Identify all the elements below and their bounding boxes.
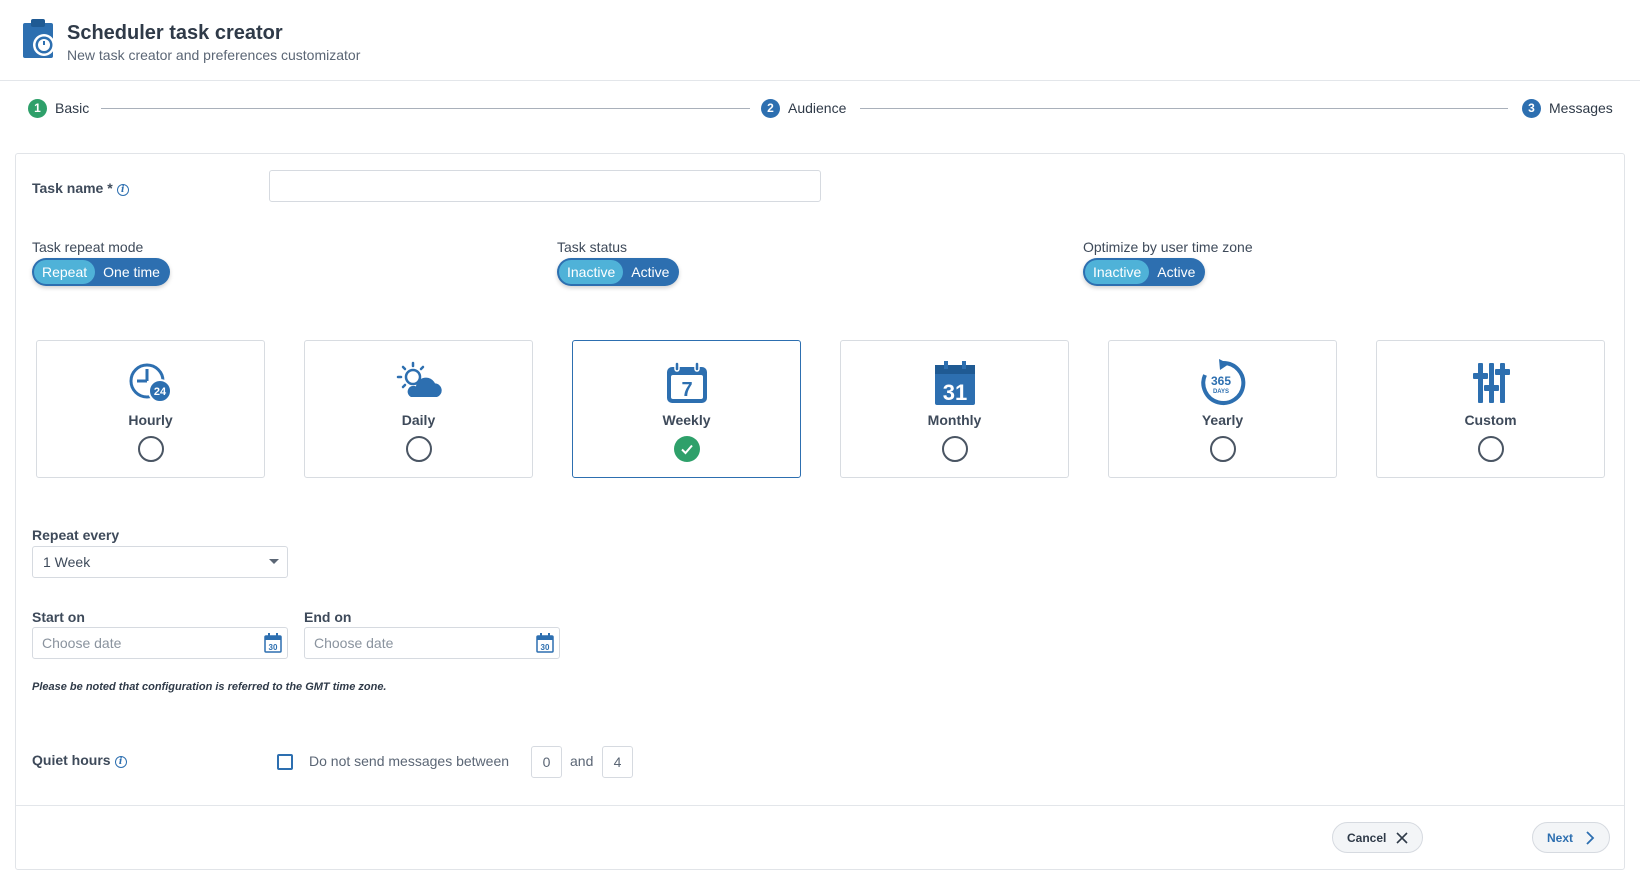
cancel-button-label: Cancel bbox=[1347, 830, 1387, 845]
page-header: Scheduler task creator New task creator … bbox=[0, 0, 1640, 81]
svg-text:365: 365 bbox=[1211, 374, 1231, 388]
next-button[interactable]: Next bbox=[1532, 822, 1611, 853]
tile-label: Yearly bbox=[1201, 412, 1244, 428]
sliders-icon bbox=[1473, 363, 1510, 403]
tile-radio[interactable] bbox=[1478, 436, 1504, 462]
sun-cloud-icon bbox=[396, 361, 442, 397]
tile-label: Hourly bbox=[128, 412, 173, 428]
step-number: 2 bbox=[761, 98, 780, 118]
chevron-right-icon bbox=[1586, 830, 1595, 845]
repeat-every-select[interactable]: 1 Week bbox=[32, 546, 288, 578]
toggle-option-inactive[interactable]: Inactive bbox=[559, 260, 624, 284]
calendar-31-icon: 31 bbox=[935, 361, 975, 405]
toggle-option-active[interactable]: Active bbox=[623, 260, 677, 284]
tile-label: Weekly bbox=[662, 412, 711, 428]
step-label: Basic bbox=[55, 100, 90, 116]
quiet-hours-label: Quiet hours i bbox=[32, 752, 127, 768]
quiet-hours-text: Do not send messages between bbox=[309, 753, 510, 769]
info-icon[interactable]: i bbox=[114, 756, 127, 768]
optimize-tz-label: Optimize by user time zone bbox=[1083, 239, 1253, 255]
tile-label: Daily bbox=[401, 412, 436, 428]
page-title: Scheduler task creator bbox=[67, 22, 283, 44]
tile-radio-checked[interactable] bbox=[674, 436, 700, 462]
quiet-hours-and-text: and bbox=[570, 753, 594, 769]
svg-text:31: 31 bbox=[943, 380, 967, 405]
repeat-mode-label: Task repeat mode bbox=[32, 239, 144, 255]
caret-down-icon bbox=[269, 559, 279, 564]
toggle-option-active[interactable]: Active bbox=[1149, 260, 1203, 284]
step-messages[interactable]: 3 Messages bbox=[1522, 96, 1613, 120]
step-label: Audience bbox=[788, 100, 847, 116]
365-days-icon: 365 DAYS bbox=[1201, 359, 1246, 405]
task-name-label-text: Task name * bbox=[32, 180, 113, 196]
toggle-option-repeat[interactable]: Repeat bbox=[34, 260, 96, 284]
svg-text:24: 24 bbox=[154, 386, 167, 398]
optimize-tz-toggle[interactable]: Inactive Active bbox=[1083, 258, 1206, 286]
close-icon bbox=[1396, 831, 1408, 844]
svg-text:30: 30 bbox=[269, 643, 278, 652]
tile-radio[interactable] bbox=[138, 436, 164, 462]
svg-text:7: 7 bbox=[681, 379, 692, 401]
footer-divider bbox=[16, 805, 1624, 806]
step-basic[interactable]: 1 Basic bbox=[28, 96, 89, 120]
end-date-input[interactable] bbox=[304, 627, 560, 659]
svg-text:DAYS: DAYS bbox=[1213, 389, 1229, 395]
quiet-hours-to-input[interactable]: 4 bbox=[602, 746, 633, 778]
tile-radio[interactable] bbox=[1210, 436, 1236, 462]
quiet-hours-label-text: Quiet hours bbox=[32, 752, 111, 768]
frequency-tile-yearly[interactable]: 365 DAYS Yearly bbox=[1108, 340, 1337, 478]
tile-label: Custom bbox=[1464, 412, 1517, 428]
task-name-input[interactable] bbox=[269, 170, 821, 202]
task-name-label: Task name * i bbox=[32, 180, 129, 196]
step-audience[interactable]: 2 Audience bbox=[761, 96, 846, 120]
quiet-hours-from-input[interactable]: 0 bbox=[531, 746, 562, 778]
info-icon[interactable]: i bbox=[116, 184, 129, 196]
frequency-tile-custom[interactable]: Custom bbox=[1376, 340, 1605, 478]
step-label: Messages bbox=[1549, 100, 1613, 116]
task-form-card: Task name * i Task repeat mode Repeat One… bbox=[15, 153, 1625, 870]
calendar-7-icon: 7 bbox=[667, 361, 707, 403]
cancel-button[interactable]: Cancel bbox=[1332, 822, 1424, 853]
calendar-icon[interactable]: 30 bbox=[264, 633, 282, 653]
gmt-note: Please be noted that configuration is re… bbox=[32, 681, 387, 693]
clipboard-timer-icon bbox=[23, 19, 55, 58]
step-connector bbox=[101, 108, 750, 109]
page-subtitle: New task creator and preferences customi… bbox=[67, 47, 361, 63]
repeat-mode-toggle[interactable]: Repeat One time bbox=[32, 258, 170, 286]
start-on-field: 30 bbox=[32, 627, 288, 659]
start-date-input[interactable] bbox=[32, 627, 288, 659]
repeat-every-label: Repeat every bbox=[32, 527, 120, 543]
frequency-tile-monthly[interactable]: 31 Monthly bbox=[840, 340, 1069, 478]
end-on-label: End on bbox=[304, 609, 352, 625]
frequency-tile-hourly[interactable]: 24 Hourly bbox=[36, 340, 265, 478]
repeat-every-value: 1 Week bbox=[43, 554, 91, 570]
wizard-stepper: 1 Basic 2 Audience 3 Messages bbox=[0, 96, 1640, 120]
frequency-tile-daily[interactable]: Daily bbox=[304, 340, 533, 478]
step-number: 1 bbox=[28, 98, 47, 118]
start-on-label: Start on bbox=[32, 609, 85, 625]
task-status-label: Task status bbox=[557, 239, 628, 255]
clock-24-icon: 24 bbox=[129, 363, 172, 403]
end-on-field: 30 bbox=[304, 627, 560, 659]
quiet-hours-checkbox[interactable] bbox=[277, 754, 293, 770]
step-number: 3 bbox=[1522, 98, 1541, 118]
step-connector bbox=[860, 108, 1508, 109]
toggle-option-inactive[interactable]: Inactive bbox=[1085, 260, 1150, 284]
next-button-label: Next bbox=[1547, 830, 1574, 845]
svg-text:30: 30 bbox=[541, 643, 550, 652]
toggle-option-one-time[interactable]: One time bbox=[95, 260, 168, 284]
tile-label: Monthly bbox=[927, 412, 982, 428]
tile-radio[interactable] bbox=[942, 436, 968, 462]
task-status-toggle[interactable]: Inactive Active bbox=[557, 258, 680, 286]
frequency-tile-weekly[interactable]: 7 Weekly bbox=[572, 340, 801, 478]
calendar-icon[interactable]: 30 bbox=[536, 633, 554, 653]
check-icon bbox=[681, 444, 693, 455]
tile-radio[interactable] bbox=[406, 436, 432, 462]
